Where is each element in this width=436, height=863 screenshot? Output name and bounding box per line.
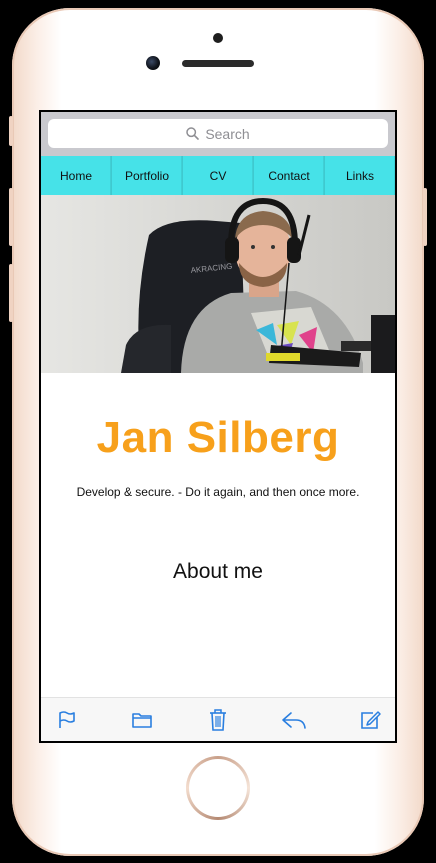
bottom-toolbar [41, 697, 395, 741]
profile-section: Jan Silberg Develop & secure. - Do it ag… [41, 373, 395, 699]
volume-down-button [9, 264, 13, 322]
power-button [423, 188, 427, 246]
nav-item-links[interactable]: Links [325, 156, 395, 195]
search-placeholder: Search [205, 125, 250, 142]
proximity-sensor [213, 33, 223, 43]
mute-switch [9, 116, 13, 146]
nav-item-home[interactable]: Home [41, 156, 112, 195]
search-bar-container: Search [41, 112, 395, 156]
screen-content: Search Home Portfolio CV Contact Links A… [41, 112, 395, 741]
nav-item-portfolio[interactable]: Portfolio [112, 156, 183, 195]
search-icon [186, 127, 200, 140]
earpiece-speaker [182, 60, 254, 67]
front-camera [146, 56, 160, 70]
profile-name: Jan Silberg [96, 413, 340, 462]
search-input[interactable]: Search [48, 119, 388, 148]
trash-icon[interactable] [205, 707, 231, 733]
flag-icon[interactable] [53, 707, 79, 733]
profile-tagline: Develop & secure. - Do it again, and the… [76, 485, 360, 499]
reply-icon[interactable] [281, 707, 307, 733]
folder-icon[interactable] [129, 707, 155, 733]
compose-icon[interactable] [357, 707, 383, 733]
nav-item-cv[interactable]: CV [183, 156, 254, 195]
phone-screen: Search Home Portfolio CV Contact Links A… [39, 110, 397, 743]
profile-photo: AKRACING [41, 195, 395, 373]
nav-item-contact[interactable]: Contact [254, 156, 325, 195]
profile-photo-illustration: AKRACING [41, 195, 395, 373]
main-nav: Home Portfolio CV Contact Links [41, 156, 395, 195]
about-me-heading: About me [173, 560, 263, 583]
volume-up-button [9, 188, 13, 246]
home-button[interactable] [186, 756, 250, 820]
